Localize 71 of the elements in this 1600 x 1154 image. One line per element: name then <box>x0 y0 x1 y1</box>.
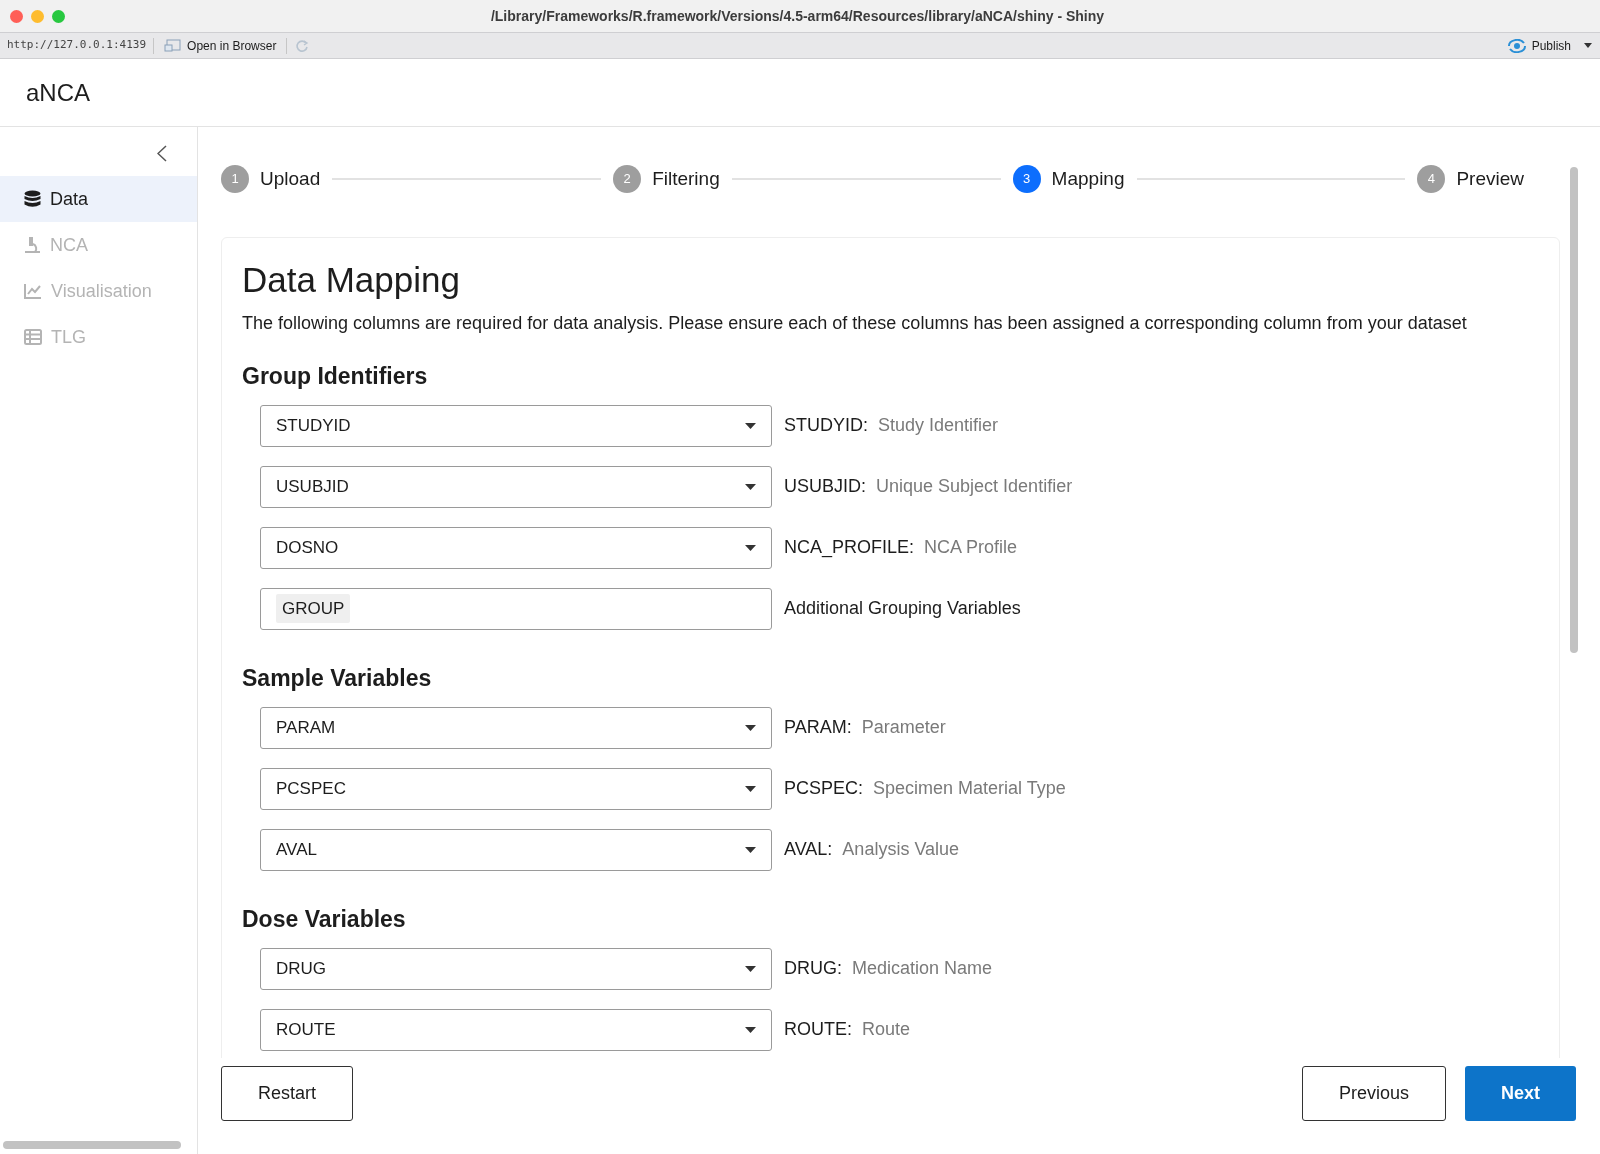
vertical-scrollbar[interactable] <box>1570 167 1578 653</box>
field-description: Route <box>862 1018 911 1041</box>
section-heading: Dose Variables <box>242 905 407 934</box>
step-label[interactable]: Upload <box>260 164 321 194</box>
select-dropdown[interactable]: DOSNO <box>260 526 772 569</box>
select-dropdown[interactable]: DRUG <box>260 947 772 990</box>
field-label: STUDYID: <box>784 414 868 437</box>
step-number: 1 <box>221 165 249 193</box>
field-description: Parameter <box>861 716 946 739</box>
caret-icon <box>745 724 756 731</box>
publish-icon <box>1506 38 1527 53</box>
field-description: Medication Name <box>852 957 993 980</box>
refresh-icon[interactable] <box>295 38 310 53</box>
field-description: Study Identifier <box>878 414 999 437</box>
caret-icon <box>745 544 756 551</box>
caret-icon <box>745 422 756 429</box>
previous-button[interactable]: Previous <box>1302 1066 1446 1121</box>
restart-button[interactable]: Restart <box>221 1066 353 1121</box>
horizontal-scrollbar[interactable] <box>3 1141 181 1149</box>
browser-icon <box>164 39 182 52</box>
select-dropdown[interactable]: USUBJID <box>260 465 772 508</box>
select-dropdown[interactable]: STUDYID <box>260 404 772 447</box>
url-text: http://127.0.0.1:4139 <box>6 37 148 54</box>
field-label: NCA_PROFILE: <box>784 536 915 560</box>
publish-button[interactable]: Publish <box>1506 36 1600 55</box>
field-label: USUBJID: <box>784 475 866 498</box>
field-label: Additional Grouping Variables <box>784 597 1021 620</box>
field-label: DRUG: <box>784 957 842 980</box>
collapse-icon[interactable] <box>157 145 167 162</box>
field-label: AVAL: <box>784 838 833 861</box>
section-heading: Group Identifiers <box>242 362 429 391</box>
caret-icon <box>745 846 756 853</box>
field-description: Specimen Material Type <box>873 777 1066 800</box>
caret-icon <box>745 483 756 490</box>
minimize-icon[interactable] <box>31 9 44 23</box>
field-description: NCA Profile <box>924 536 1018 559</box>
step-label[interactable]: Mapping <box>1051 164 1125 194</box>
open-in-browser-button[interactable]: Open in Browser <box>154 36 287 55</box>
select-dropdown[interactable]: PARAM <box>260 706 772 749</box>
next-button[interactable]: Next <box>1465 1066 1576 1121</box>
field-description: Unique Subject Identifier <box>876 475 1073 498</box>
sidebar-item[interactable]: Data <box>0 176 197 222</box>
caret-icon <box>745 1026 756 1033</box>
card-description: The following columns are required for data analysis. Please ensure each of these columns has been assigned a corresponding column from your dataset <box>242 312 1468 335</box>
select-dropdown[interactable]: PCSPEC <box>260 767 772 810</box>
caret-icon <box>745 785 756 792</box>
microscope-icon <box>24 236 41 254</box>
field-label: PARAM: <box>784 716 852 739</box>
multi-select-field[interactable]: GROUP <box>260 587 772 630</box>
card-title: Data Mapping <box>242 259 461 301</box>
field-label: ROUTE: <box>784 1018 852 1041</box>
step-number: 3 <box>1012 165 1041 193</box>
selected-tag[interactable]: GROUP <box>276 593 351 624</box>
caret-icon <box>1584 43 1592 48</box>
maximize-icon[interactable] <box>52 9 65 23</box>
table-icon <box>24 329 42 345</box>
app-title: aNCA <box>26 77 91 108</box>
step-number: 4 <box>1417 165 1446 193</box>
step-label[interactable]: Preview <box>1456 164 1524 194</box>
close-icon[interactable] <box>10 9 23 23</box>
section-heading: Sample Variables <box>242 664 433 693</box>
step-label[interactable]: Filtering <box>652 164 720 194</box>
line-chart-icon <box>24 283 42 299</box>
window-title: /Library/Frameworks/R.framework/Versions/4.5-arm64/Resources/library/aNCA/shiny - Shiny <box>489 6 1106 26</box>
step-number: 2 <box>613 165 642 193</box>
caret-icon <box>745 965 756 972</box>
field-description: Analysis Value <box>842 838 960 861</box>
database-icon <box>24 190 41 208</box>
select-dropdown[interactable]: ROUTE <box>260 1008 772 1051</box>
select-dropdown[interactable]: AVAL <box>260 828 772 871</box>
field-label: PCSPEC: <box>784 777 864 800</box>
